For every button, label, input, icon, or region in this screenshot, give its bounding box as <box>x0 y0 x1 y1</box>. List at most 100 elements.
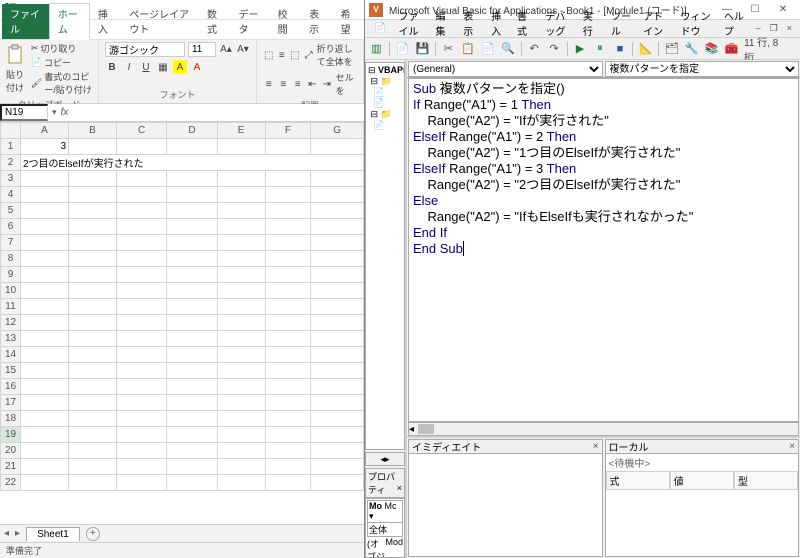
align-center-icon[interactable]: ≡ <box>278 77 290 91</box>
cell[interactable] <box>265 315 311 331</box>
wrap-text-button[interactable]: 折り返して全体を <box>317 42 357 68</box>
cell[interactable] <box>21 363 69 379</box>
cell[interactable] <box>265 251 311 267</box>
cell[interactable] <box>21 283 69 299</box>
align-right-icon[interactable]: ≡ <box>292 77 304 91</box>
tab-view[interactable]: 表示 <box>301 4 332 39</box>
row-header[interactable]: 11 <box>1 299 21 315</box>
cell[interactable] <box>167 219 217 235</box>
sheet-nav-next-icon[interactable]: ▸ <box>15 528 20 539</box>
cell[interactable] <box>311 267 364 283</box>
mdi-min-icon[interactable]: – <box>752 23 765 34</box>
align-mid-icon[interactable]: ≡ <box>277 48 286 62</box>
cell[interactable] <box>69 171 117 187</box>
cell[interactable] <box>69 299 117 315</box>
project-explorer[interactable]: ⊟ VBAProject ⊟ 📁 📄 📄 ⊟ 📁 📄 <box>365 62 405 450</box>
tb-design-icon[interactable]: 📐 <box>638 41 653 57</box>
cell[interactable] <box>311 139 364 155</box>
cell[interactable] <box>117 283 167 299</box>
cell[interactable] <box>21 347 69 363</box>
cell[interactable] <box>167 379 217 395</box>
cell[interactable] <box>265 395 311 411</box>
cell[interactable] <box>117 475 167 491</box>
row-header[interactable]: 2 <box>1 155 21 171</box>
cell[interactable] <box>217 331 265 347</box>
col-header[interactable]: E <box>217 123 265 139</box>
cell[interactable] <box>117 459 167 475</box>
cell[interactable] <box>217 411 265 427</box>
cell[interactable] <box>69 187 117 203</box>
row-header[interactable]: 7 <box>1 235 21 251</box>
tb-project-icon[interactable]: 🗂 <box>664 41 679 57</box>
tab-file[interactable]: ファイル <box>2 4 49 39</box>
name-box[interactable] <box>0 104 48 121</box>
font-name-select[interactable] <box>105 42 185 57</box>
cell[interactable] <box>311 411 364 427</box>
cell[interactable] <box>217 267 265 283</box>
cell[interactable] <box>69 411 117 427</box>
row-header[interactable]: 12 <box>1 315 21 331</box>
cell[interactable] <box>217 203 265 219</box>
close-button[interactable]: ✕ <box>770 2 796 18</box>
cell[interactable] <box>117 379 167 395</box>
cell[interactable] <box>69 251 117 267</box>
tb-break-icon[interactable]: ⏸ <box>592 41 607 57</box>
cell[interactable] <box>217 139 265 155</box>
cell[interactable] <box>265 459 311 475</box>
cell[interactable] <box>217 459 265 475</box>
tb-copy-icon[interactable]: 📋 <box>461 41 476 57</box>
row-header[interactable]: 13 <box>1 331 21 347</box>
bold-button[interactable]: B <box>105 60 119 74</box>
sheet-tab[interactable]: Sheet1 <box>26 527 80 541</box>
cell[interactable] <box>69 235 117 251</box>
cell[interactable] <box>217 219 265 235</box>
locals-close-icon[interactable]: × <box>789 441 795 452</box>
splitter-right-icon[interactable]: ▸ <box>385 454 390 465</box>
cell[interactable] <box>265 139 311 155</box>
cell[interactable] <box>265 283 311 299</box>
cell[interactable] <box>117 411 167 427</box>
cell[interactable] <box>21 203 69 219</box>
cell[interactable] <box>21 411 69 427</box>
tb-redo-icon[interactable]: ↷ <box>547 41 562 57</box>
locals-col-type[interactable]: 型 <box>734 471 798 490</box>
cell[interactable] <box>217 379 265 395</box>
cut-button[interactable]: ✂ 切り取り <box>31 42 92 55</box>
tab-formulas[interactable]: 数式 <box>199 4 230 39</box>
cell[interactable] <box>167 363 217 379</box>
tab-data[interactable]: データ <box>230 4 269 39</box>
cell[interactable] <box>21 427 69 443</box>
cell[interactable] <box>265 235 311 251</box>
cell[interactable] <box>311 347 364 363</box>
cell[interactable] <box>69 267 117 283</box>
align-left-icon[interactable]: ≡ <box>263 77 275 91</box>
underline-button[interactable]: U <box>139 60 153 74</box>
cell[interactable] <box>167 235 217 251</box>
row-header[interactable]: 21 <box>1 459 21 475</box>
cell[interactable] <box>69 459 117 475</box>
cell[interactable] <box>69 203 117 219</box>
row-header[interactable]: 19 <box>1 427 21 443</box>
properties-window[interactable]: Mo Module1Mc ▾ 全体 (オブジェMod <box>365 498 405 558</box>
cell[interactable] <box>69 139 117 155</box>
col-header[interactable]: D <box>167 123 217 139</box>
fx-icon[interactable]: fx <box>61 107 69 118</box>
tb-browser-icon[interactable]: 📚 <box>704 41 719 57</box>
cell[interactable] <box>217 363 265 379</box>
cell[interactable] <box>117 171 167 187</box>
cell[interactable] <box>217 171 265 187</box>
cell[interactable] <box>265 267 311 283</box>
cell[interactable] <box>167 139 217 155</box>
row-header[interactable]: 9 <box>1 267 21 283</box>
cell[interactable] <box>217 475 265 491</box>
font-color-button[interactable]: A <box>190 60 204 74</box>
cell[interactable] <box>117 251 167 267</box>
new-sheet-button[interactable]: + <box>86 527 100 541</box>
cell[interactable] <box>117 443 167 459</box>
cell[interactable] <box>117 315 167 331</box>
sheet-nav-prev-icon[interactable]: ◂ <box>4 528 9 539</box>
col-header[interactable]: F <box>265 123 311 139</box>
cell[interactable] <box>167 427 217 443</box>
cell[interactable] <box>217 251 265 267</box>
cell[interactable] <box>265 219 311 235</box>
